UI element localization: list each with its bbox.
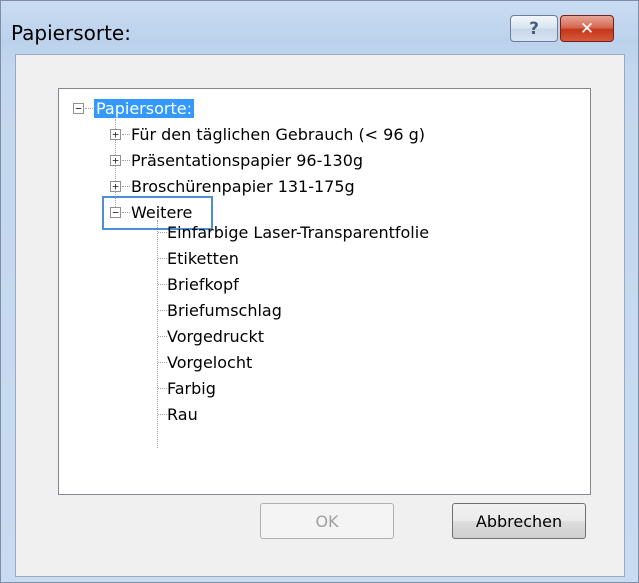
dialog-client-area: − Papiersorte: + Für den täglichen Gebra… <box>15 54 625 577</box>
tree-item-labels[interactable]: Etiketten <box>167 246 239 270</box>
tree-connector <box>158 362 167 363</box>
tree-connector <box>122 134 130 135</box>
expand-icon[interactable]: + <box>110 155 121 166</box>
tree-item-label: Briefkopf <box>167 274 239 294</box>
tree-connector <box>158 232 167 233</box>
tree-item-label: Farbig <box>167 378 216 398</box>
tree-connector <box>158 414 167 415</box>
tree-connector <box>158 336 167 337</box>
close-button[interactable]: ✕ <box>560 15 614 42</box>
tree-item-label: Broschürenpapier 131-175g <box>131 176 355 196</box>
tree-item-daily-use[interactable]: Für den täglichen Gebrauch (< 96 g) <box>131 122 425 146</box>
tree-root[interactable]: Papiersorte: <box>94 96 194 120</box>
tree-item-prepunched[interactable]: Vorgelocht <box>167 350 252 374</box>
help-icon: ? <box>529 18 539 39</box>
tree-item-rough[interactable]: Rau <box>167 402 198 426</box>
tree-item-brochure-paper[interactable]: Broschürenpapier 131-175g <box>131 174 355 198</box>
tree-connector <box>158 310 167 311</box>
tree-item-label: Rau <box>167 404 198 424</box>
tree-item-label: Für den täglichen Gebrauch (< 96 g) <box>131 124 426 144</box>
tree-connector <box>158 388 167 389</box>
cancel-button-label: Abbrechen <box>475 511 563 531</box>
tree-connector <box>85 108 93 109</box>
ok-button-label: OK <box>315 511 339 531</box>
paper-type-tree[interactable]: − Papiersorte: + Für den täglichen Gebra… <box>58 88 591 495</box>
tree-item-envelope[interactable]: Briefumschlag <box>167 298 282 322</box>
tree-root-label: Papiersorte: <box>94 98 194 118</box>
dialog-window: Papiersorte: ? ✕ − Papiersorte: + Für de… <box>0 0 639 583</box>
help-button[interactable]: ? <box>510 15 558 42</box>
tree-item-label: Einfarbige Laser-Transparentfolie <box>167 222 430 242</box>
tree-item-presentation-paper[interactable]: Präsentationspapier 96-130g <box>131 148 363 172</box>
ok-button[interactable]: OK <box>260 503 394 539</box>
close-icon: ✕ <box>579 18 595 39</box>
tree-item-label: Etiketten <box>167 248 239 268</box>
tree-item-label: Präsentationspapier 96-130g <box>131 150 364 170</box>
tree-item-letterhead[interactable]: Briefkopf <box>167 272 239 296</box>
collapse-icon[interactable]: − <box>73 103 84 114</box>
tree-connector <box>122 186 130 187</box>
tree-item-preprinted[interactable]: Vorgedruckt <box>167 324 264 348</box>
tree-item-label: Vorgedruckt <box>167 326 264 346</box>
tree-connector <box>158 258 167 259</box>
dialog-title: Papiersorte: <box>11 21 131 45</box>
cancel-button[interactable]: Abbrechen <box>452 503 586 539</box>
tree-item-label: Briefumschlag <box>167 300 282 320</box>
tree-connector <box>122 160 130 161</box>
tree-item-colored[interactable]: Farbig <box>167 376 216 400</box>
tree-item-label: Vorgelocht <box>167 352 253 372</box>
tree-item-transparency[interactable]: Einfarbige Laser-Transparentfolie <box>167 220 429 244</box>
tree-connector <box>158 284 167 285</box>
expand-icon[interactable]: + <box>110 181 121 192</box>
expand-icon[interactable]: + <box>110 129 121 140</box>
